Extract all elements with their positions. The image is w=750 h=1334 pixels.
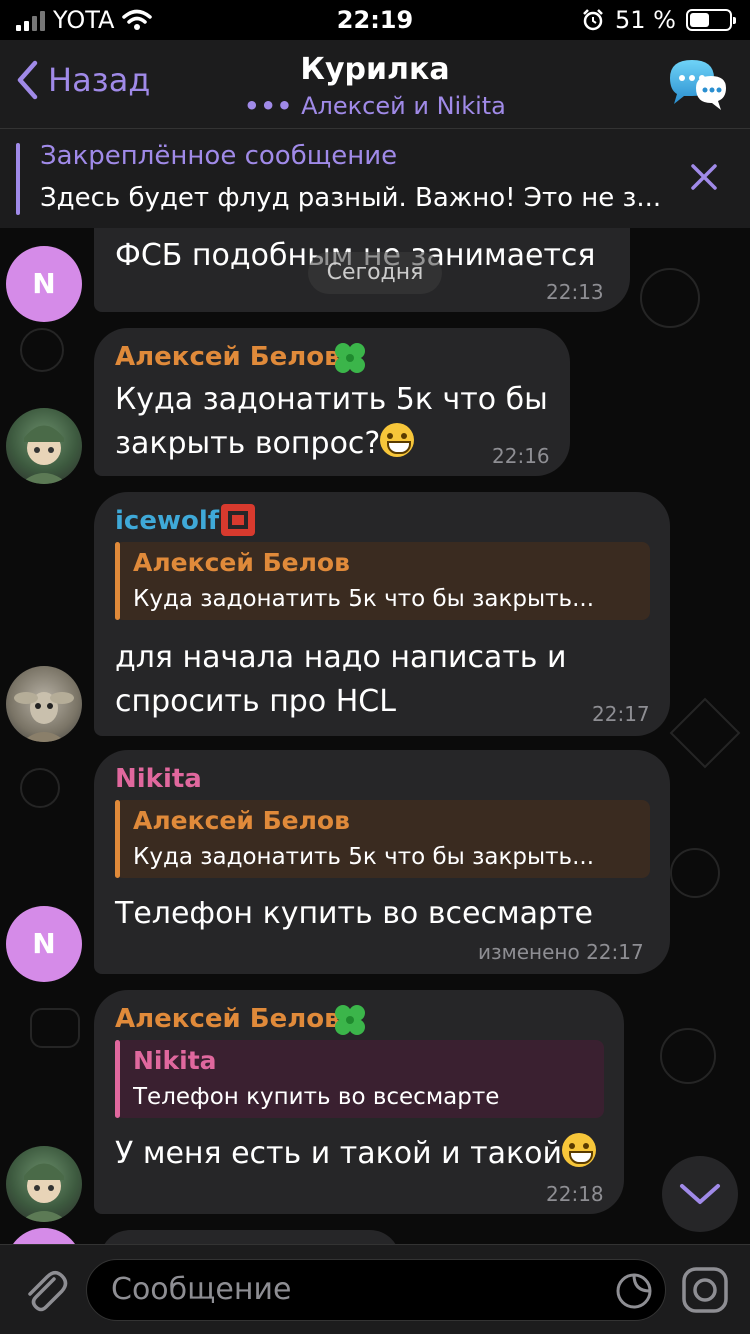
message-line: закрыть вопрос? (115, 422, 548, 466)
message-text: У меня есть и такой и такой (115, 1132, 597, 1176)
chat-title[interactable]: Курилка (0, 52, 750, 87)
message-bubble[interactable] (100, 1230, 400, 1244)
sticker-icon[interactable] (615, 1272, 653, 1310)
clover-icon (335, 1005, 365, 1035)
pinned-accent-bar (16, 143, 20, 215)
reply-accent-bar (115, 542, 120, 620)
close-icon[interactable] (688, 161, 720, 193)
message-time: 22:17 (592, 702, 650, 726)
reply-sender: Алексей Белов (133, 806, 350, 835)
reply-sender: Nikita (133, 1046, 217, 1075)
reply-accent-bar (115, 1040, 120, 1118)
battery-percent: 51 % (615, 6, 676, 34)
message-line: Куда задонатить 5к что бы (115, 382, 548, 417)
avatar-image (20, 425, 68, 484)
reply-sender: Алексей Белов (133, 548, 350, 577)
pinned-text: Здесь будет флуд разный. Важно! Это не з… (40, 183, 662, 213)
message-input[interactable]: Сообщение (86, 1259, 666, 1321)
avatar-image (20, 1163, 68, 1222)
message-text: Куда задонатить 5к что бы закрыть вопрос… (115, 378, 548, 466)
avatar[interactable]: N (6, 906, 82, 982)
background-doodle (669, 697, 741, 769)
reply-text: Куда задонатить 5к что бы закрыть... (133, 586, 595, 612)
chat-area[interactable]: N ФСБ подобным не занимается Сегодня 22:… (0, 228, 750, 1244)
battery-fill (690, 13, 710, 27)
avatar[interactable] (6, 408, 82, 484)
nav-bar: Назад Курилка ••• Алексей и Nikita (0, 40, 750, 128)
background-doodle (20, 768, 60, 808)
background-doodle (20, 328, 64, 372)
avatar[interactable] (6, 666, 82, 742)
message-input-bar: Сообщение (0, 1244, 750, 1334)
status-right: 51 % (581, 6, 736, 34)
grinning-emoji-icon (380, 423, 415, 457)
paperclip-icon[interactable] (18, 1263, 70, 1315)
clover-icon (335, 343, 365, 373)
message-text: для начала надо написать и спросить про … (115, 636, 567, 724)
sender-name[interactable]: Алексей Белов (115, 1004, 341, 1034)
alarm-icon (583, 9, 603, 31)
reply-accent-bar (115, 800, 120, 878)
date-separator: Сегодня (308, 252, 442, 294)
reply-preview[interactable]: Алексей Белов Куда задонатить 5к что бы … (115, 542, 650, 620)
redis-logo-icon (221, 504, 255, 536)
typing-status: ••• Алексей и Nikita (0, 92, 750, 120)
message-text: Телефон купить во всесмарте (115, 896, 593, 931)
chevron-down-icon (680, 1184, 720, 1204)
pinned-title: Закреплённое сообщение (40, 141, 398, 171)
message-line-text: У меня есть и такой и такой (115, 1136, 563, 1171)
camera-icon[interactable] (680, 1265, 730, 1315)
avatar[interactable] (6, 1228, 82, 1244)
message-line: спросить про HCL (115, 684, 396, 719)
avatar[interactable] (6, 1146, 82, 1222)
typing-names: Алексей и Nikita (301, 92, 506, 120)
message-time: 22:13 (546, 280, 604, 304)
avatar-image (14, 692, 74, 742)
message-time: 22:18 (546, 1182, 604, 1206)
status-bar: YOTA 22:19 51 % (0, 0, 750, 40)
grinning-emoji-icon (562, 1133, 597, 1167)
message-line-text: закрыть вопрос? (115, 426, 381, 461)
background-doodle (660, 1028, 716, 1084)
background-doodle (640, 268, 700, 328)
sender-name[interactable]: Алексей Белов (115, 342, 341, 372)
avatar[interactable]: N (6, 246, 82, 322)
sender-name[interactable]: icewolf (115, 506, 219, 536)
reply-text: Куда задонатить 5к что бы закрыть... (133, 844, 595, 870)
message-line: для начала надо написать и (115, 640, 567, 675)
background-doodle (30, 1008, 80, 1048)
typing-dots-icon: ••• (244, 92, 294, 120)
message-time: изменено 22:17 (478, 940, 644, 964)
message-time: 22:16 (492, 444, 550, 468)
reply-text: Телефон купить во всесмарте (133, 1084, 500, 1110)
scroll-down-button[interactable] (662, 1156, 738, 1232)
pinned-message[interactable]: Закреплённое сообщение Здесь будет флуд … (0, 128, 750, 228)
message-placeholder: Сообщение (111, 1272, 292, 1307)
sender-name[interactable]: Nikita (115, 764, 202, 794)
chat-bubbles-icon[interactable] (666, 54, 728, 114)
battery-icon (686, 9, 736, 31)
reply-preview[interactable]: Алексей Белов Куда задонатить 5к что бы … (115, 800, 650, 878)
reply-preview[interactable]: Nikita Телефон купить во всесмарте (115, 1040, 604, 1118)
background-doodle (670, 848, 720, 898)
